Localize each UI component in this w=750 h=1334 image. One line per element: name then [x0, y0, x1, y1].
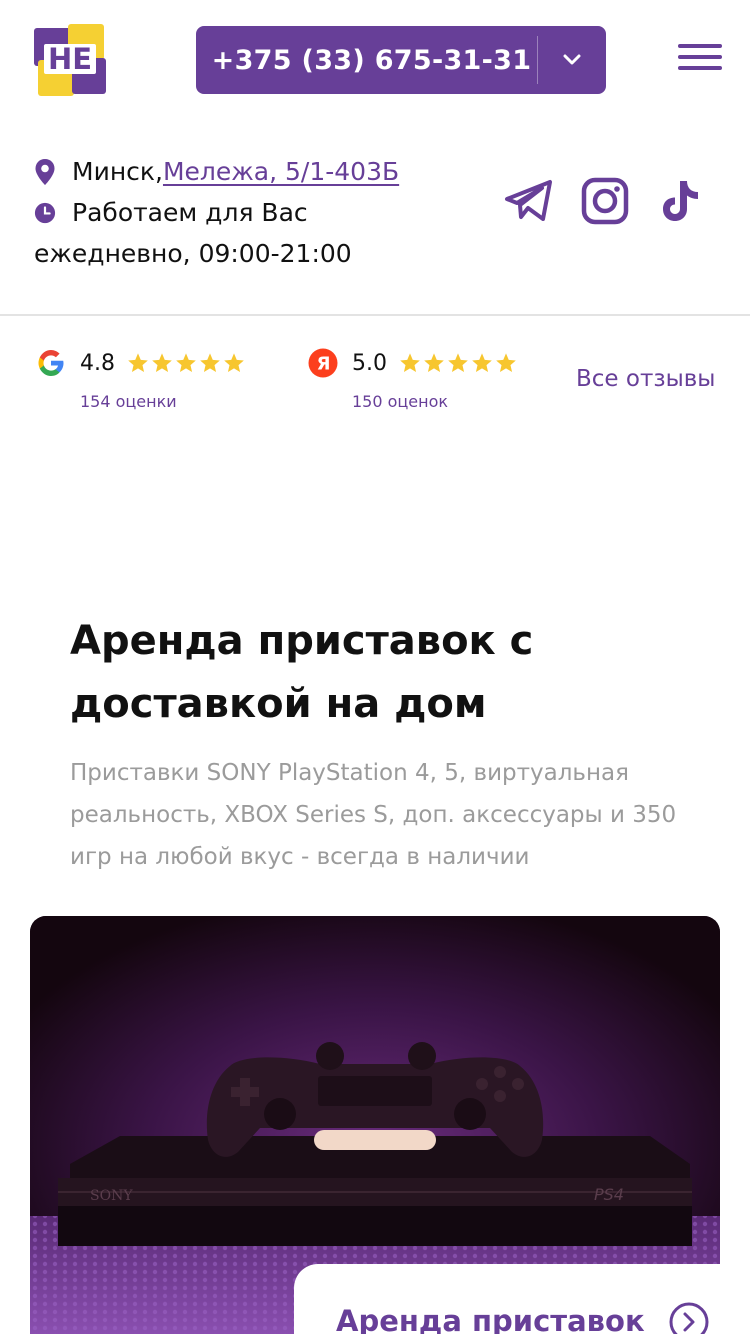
instagram-icon[interactable] [580, 176, 630, 226]
logo-text: НЕ [48, 42, 92, 76]
star-icon [472, 353, 492, 372]
city-label: Минск, [72, 157, 163, 186]
hero-title: Аренда приставок с доставкой на дом [70, 618, 534, 727]
chevron-down-icon[interactable] [538, 26, 606, 94]
star-icon [128, 353, 148, 372]
yandex-rating[interactable]: Я 5.0 150 оценок [308, 346, 517, 411]
yandex-stars [399, 352, 517, 374]
header: НЕ +375 (33) 675-31-31 [0, 0, 750, 120]
hours-line-1: Работаем для Вас [72, 198, 308, 227]
console-brand-label: SONY [90, 1188, 133, 1204]
star-icon [152, 353, 172, 372]
phone-number[interactable]: +375 (33) 675-31-31 [196, 45, 537, 76]
google-score: 4.8 [80, 350, 115, 376]
phone-button[interactable]: +375 (33) 675-31-31 [196, 26, 606, 94]
console-model-label: PS4 [594, 1185, 624, 1204]
address-row: Минск, Мележа, 5/1-403Б [34, 151, 399, 192]
svg-text:Я: Я [317, 354, 331, 375]
google-count: 154 оценки [80, 392, 177, 411]
telegram-icon[interactable] [504, 176, 554, 226]
rent-consoles-label: Аренда приставок [336, 1304, 645, 1334]
address-link[interactable]: Мележа, 5/1-403Б [163, 151, 399, 192]
contacts-section: Минск, Мележа, 5/1-403Б Работаем для Вас… [0, 140, 750, 316]
yandex-score: 5.0 [352, 350, 387, 376]
arrow-right-circle-icon [669, 1302, 709, 1334]
location-pin-icon [34, 151, 56, 192]
google-icon [36, 348, 66, 378]
star-icon [200, 353, 220, 372]
hero-subtitle: Приставки SONY PlayStation 4, 5, виртуал… [70, 760, 677, 870]
yandex-count: 150 оценок [352, 392, 449, 411]
all-reviews-link[interactable]: Все отзывы [576, 366, 715, 392]
star-icon [176, 353, 196, 372]
hamburger-menu-icon[interactable] [678, 44, 722, 76]
star-icon [448, 353, 468, 372]
google-rating[interactable]: 4.8 154 оценки [36, 346, 245, 411]
star-icon [496, 353, 516, 372]
site-logo[interactable]: НЕ [32, 24, 108, 98]
social-links [504, 176, 706, 226]
rent-consoles-button[interactable]: Аренда приставок [294, 1264, 750, 1334]
ratings-section: 4.8 154 оценки Я 5.0 150 оценок Все отзы… [0, 318, 750, 428]
hours-row: Работаем для Вас ежедневно, 09:00-21:00 [34, 192, 352, 274]
star-icon [224, 353, 244, 372]
clock-icon [34, 192, 56, 233]
star-icon [424, 353, 444, 372]
yandex-icon: Я [308, 348, 338, 378]
hours-line-2: ежедневно, 09:00-21:00 [34, 239, 352, 268]
star-icon [400, 353, 420, 372]
tiktok-icon[interactable] [656, 176, 706, 226]
google-stars [127, 352, 245, 374]
